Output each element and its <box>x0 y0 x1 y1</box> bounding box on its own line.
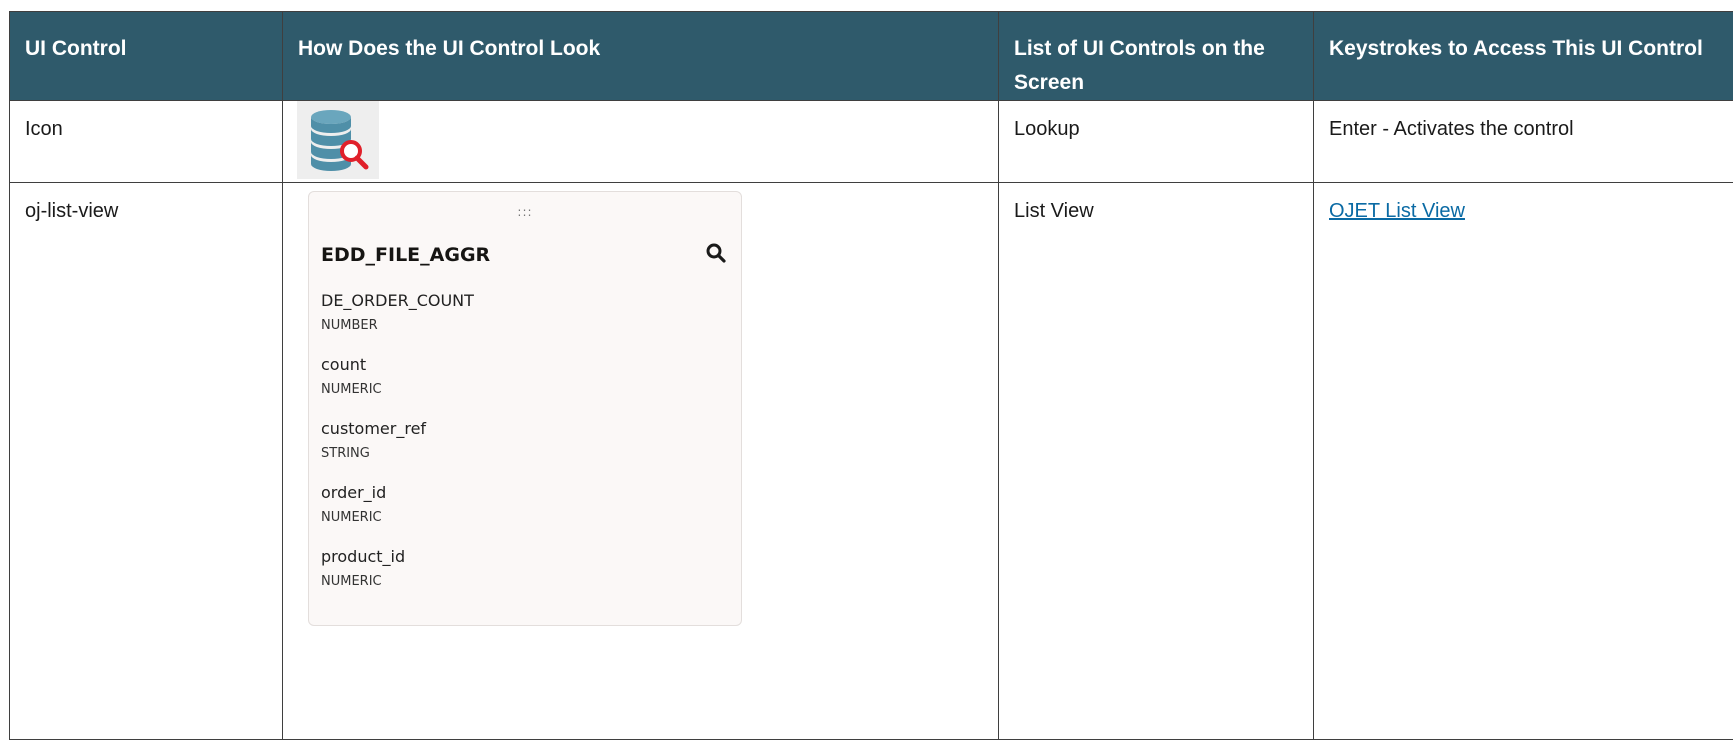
table-row: Icon Lookup Enter - Activates the contro… <box>9 100 1733 183</box>
field-type: NUMBER <box>321 318 378 333</box>
cell-keystrokes: OJET List View <box>1313 182 1733 740</box>
list-item[interactable]: DE_ORDER_COUNT NUMBER <box>321 290 729 354</box>
list-view-items: DE_ORDER_COUNT NUMBER count NUMERIC cust… <box>321 290 729 610</box>
ojet-list-view-link[interactable]: OJET List View <box>1329 200 1465 222</box>
header-ui-control: UI Control <box>9 11 283 101</box>
cell-list-name: Lookup <box>998 100 1314 183</box>
list-item[interactable]: customer_ref STRING <box>321 418 729 482</box>
list-view-card[interactable]: ::: EDD_FILE_AGGR DE_ORDER_COUNT NUMBER <box>308 191 742 626</box>
list-item[interactable]: product_id NUMERIC <box>321 546 729 610</box>
database-search-icon <box>297 101 379 179</box>
cell-look: ::: EDD_FILE_AGGR DE_ORDER_COUNT NUMBER <box>282 182 999 740</box>
field-type: NUMERIC <box>321 382 382 397</box>
cell-control: Icon <box>9 100 283 183</box>
field-type: STRING <box>321 446 370 461</box>
table-row: oj-list-view ::: EDD_FILE_AGGR DE_ORDER_… <box>9 182 1733 740</box>
field-type: NUMERIC <box>321 574 382 589</box>
search-icon[interactable] <box>705 242 727 264</box>
header-keystrokes: Keystrokes to Access This UI Control <box>1313 11 1733 101</box>
field-name: customer_ref <box>321 419 427 438</box>
list-item[interactable]: count NUMERIC <box>321 354 729 418</box>
cell-look <box>282 100 999 183</box>
field-name: product_id <box>321 547 406 566</box>
drag-handle[interactable]: ::: <box>309 198 741 226</box>
table-header-row: UI Control How Does the UI Control Look … <box>9 11 1733 101</box>
field-name: order_id <box>321 483 387 502</box>
list-view-header: EDD_FILE_AGGR <box>321 240 727 266</box>
field-name: count <box>321 355 367 374</box>
header-control-look: How Does the UI Control Look <box>282 11 999 101</box>
list-view-title: EDD_FILE_AGGR <box>321 244 491 266</box>
cell-list-name: List View <box>998 182 1314 740</box>
cell-control: oj-list-view <box>9 182 283 740</box>
field-name: DE_ORDER_COUNT <box>321 291 474 310</box>
header-controls-list: List of UI Controls on the Screen <box>998 11 1314 101</box>
field-type: NUMERIC <box>321 510 382 525</box>
cell-keystrokes: Enter - Activates the control <box>1313 100 1733 183</box>
ui-controls-table: UI Control How Does the UI Control Look … <box>9 11 1733 740</box>
list-item[interactable]: order_id NUMERIC <box>321 482 729 546</box>
